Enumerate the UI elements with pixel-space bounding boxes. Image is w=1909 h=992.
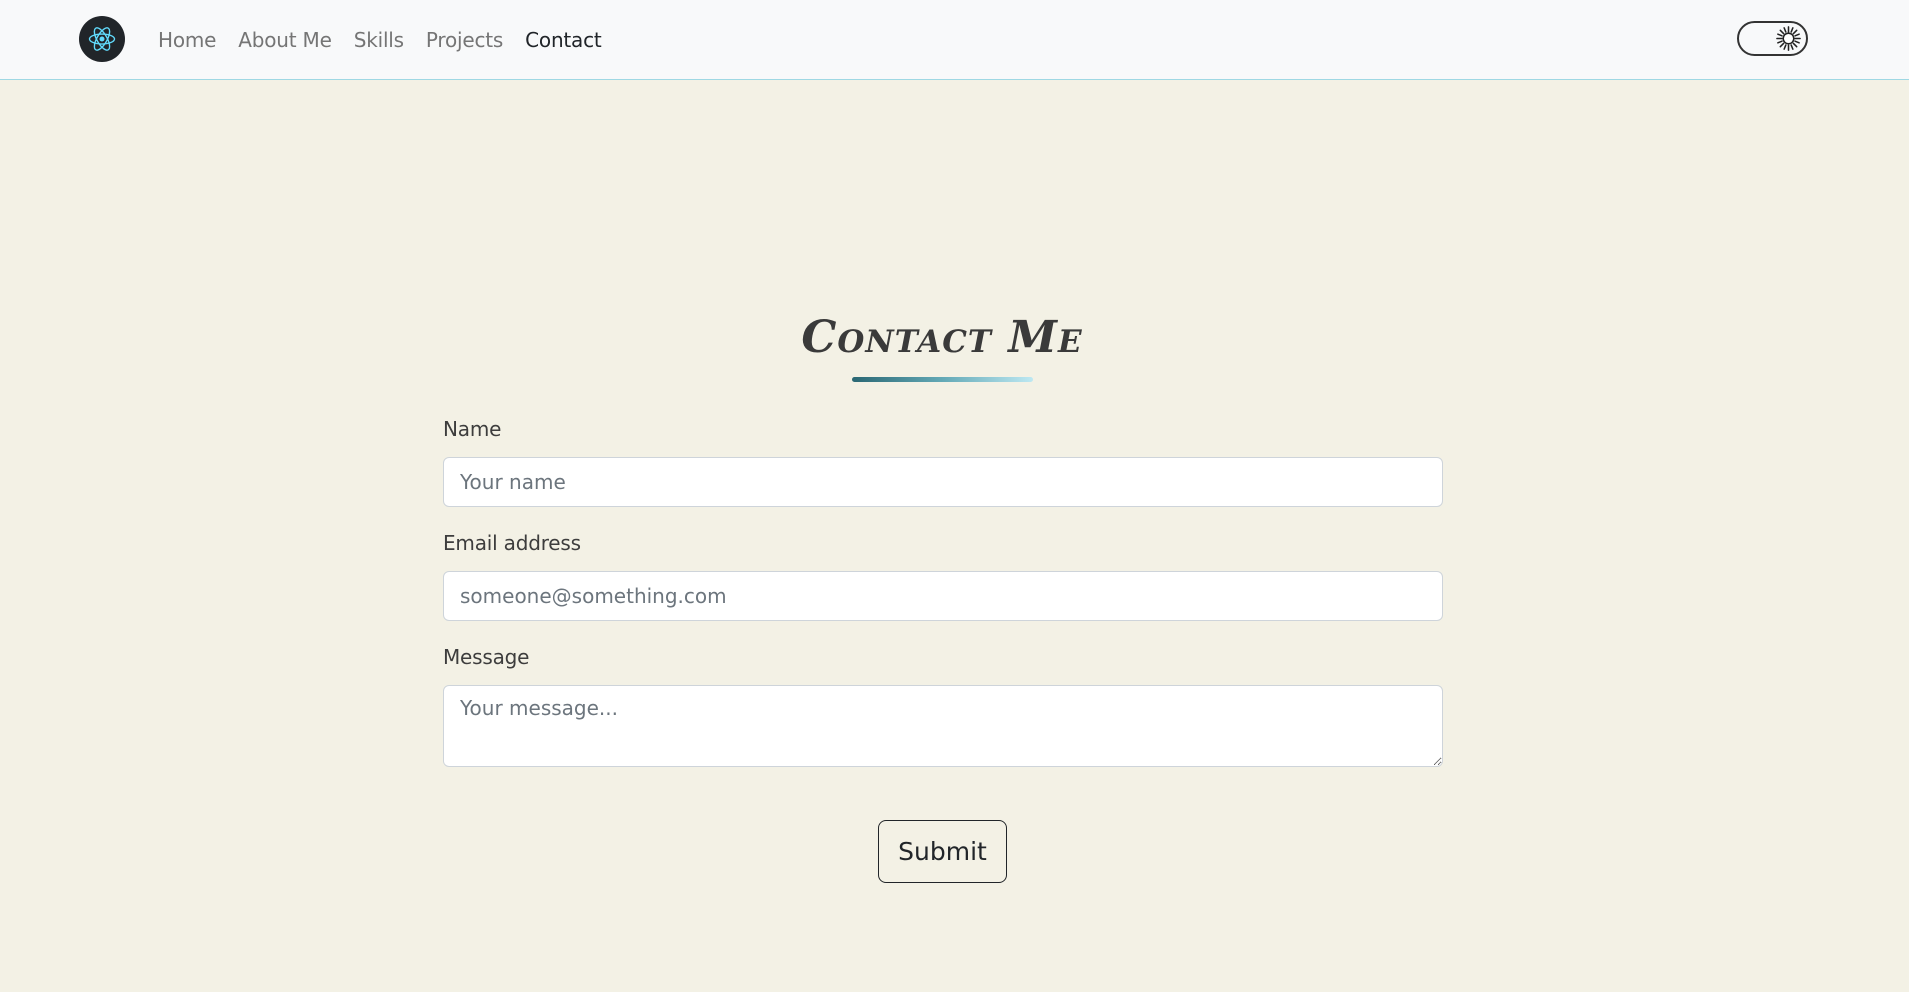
brand-logo[interactable] <box>79 16 125 62</box>
nav-link-about-me[interactable]: About Me <box>238 28 332 52</box>
submit-button[interactable]: Submit <box>878 820 1007 883</box>
message-textarea[interactable] <box>443 685 1443 767</box>
title-underline <box>852 377 1033 382</box>
name-group: Name <box>443 414 1443 507</box>
name-input[interactable] <box>443 457 1443 507</box>
sun-icon <box>1776 26 1801 51</box>
name-label: Name <box>443 417 502 441</box>
email-group: Email address <box>443 528 1443 621</box>
message-group: Message <box>443 642 1443 767</box>
react-atom-icon <box>88 27 116 51</box>
nav-link-home[interactable]: Home <box>158 28 216 52</box>
contact-form: Name Email address Message <box>443 414 1443 788</box>
nav-links: Home About Me Skills Projects Contact <box>158 25 624 55</box>
nav-link-projects[interactable]: Projects <box>426 28 503 52</box>
nav-link-skills[interactable]: Skills <box>354 28 404 52</box>
theme-toggle[interactable] <box>1737 21 1808 56</box>
contact-title: Contact Me <box>801 312 1083 363</box>
message-label: Message <box>443 645 530 669</box>
nav-link-contact[interactable]: Contact <box>525 28 602 52</box>
email-label: Email address <box>443 531 581 555</box>
navbar: Home About Me Skills Projects Contact <box>0 0 1909 80</box>
email-input[interactable] <box>443 571 1443 621</box>
